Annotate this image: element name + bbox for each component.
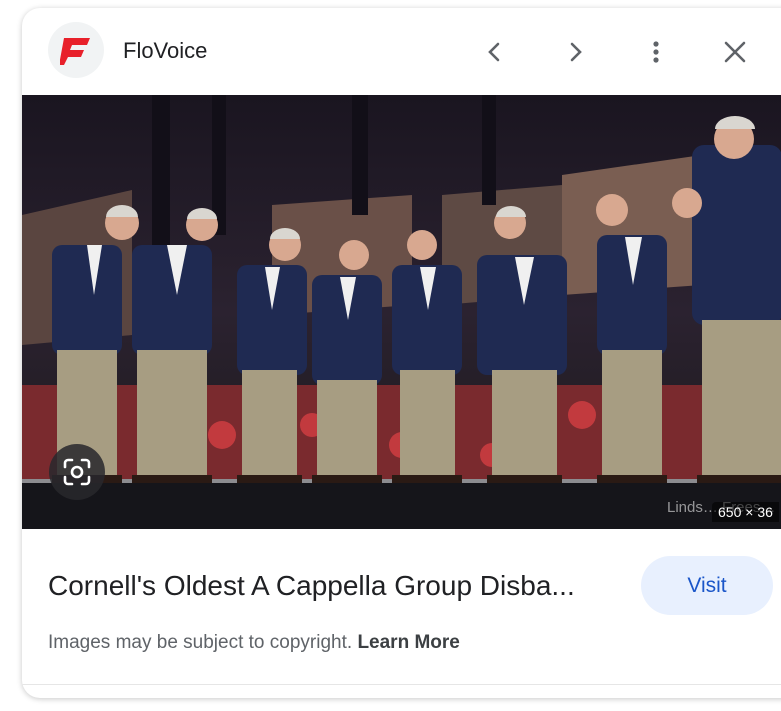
image-preview-card: FloVoice Linds… 650 × 36 Cornell's Oldes… bbox=[22, 8, 781, 698]
preview-image[interactable]: Linds… Frees… 650 × 36 bbox=[22, 95, 781, 529]
copyright-notice: Images may be subject to copyright. Lear… bbox=[48, 632, 460, 654]
learn-more-link[interactable]: Learn More bbox=[357, 632, 459, 653]
chevron-right-icon bbox=[570, 42, 582, 62]
more-vertical-icon bbox=[653, 41, 659, 63]
preview-header: FloVoice bbox=[22, 8, 781, 94]
chevron-left-icon bbox=[488, 42, 500, 62]
result-title[interactable]: Cornell's Oldest A Cappella Group Disba.… bbox=[48, 570, 618, 602]
visit-button[interactable]: Visit bbox=[641, 556, 773, 615]
image-dimensions: 650 × 36 bbox=[712, 502, 779, 522]
divider bbox=[22, 684, 781, 685]
copyright-text: Images may be subject to copyright. bbox=[48, 632, 353, 653]
choir-photo bbox=[22, 95, 781, 529]
google-lens-icon bbox=[63, 458, 91, 486]
more-options-button[interactable] bbox=[636, 32, 676, 72]
source-name[interactable]: FloVoice bbox=[123, 38, 207, 64]
close-button[interactable] bbox=[715, 32, 755, 72]
flovoice-logo-icon[interactable] bbox=[48, 22, 104, 78]
google-lens-button[interactable] bbox=[49, 444, 105, 500]
close-icon bbox=[724, 41, 746, 63]
previous-button[interactable] bbox=[475, 32, 515, 72]
next-button[interactable] bbox=[555, 32, 595, 72]
